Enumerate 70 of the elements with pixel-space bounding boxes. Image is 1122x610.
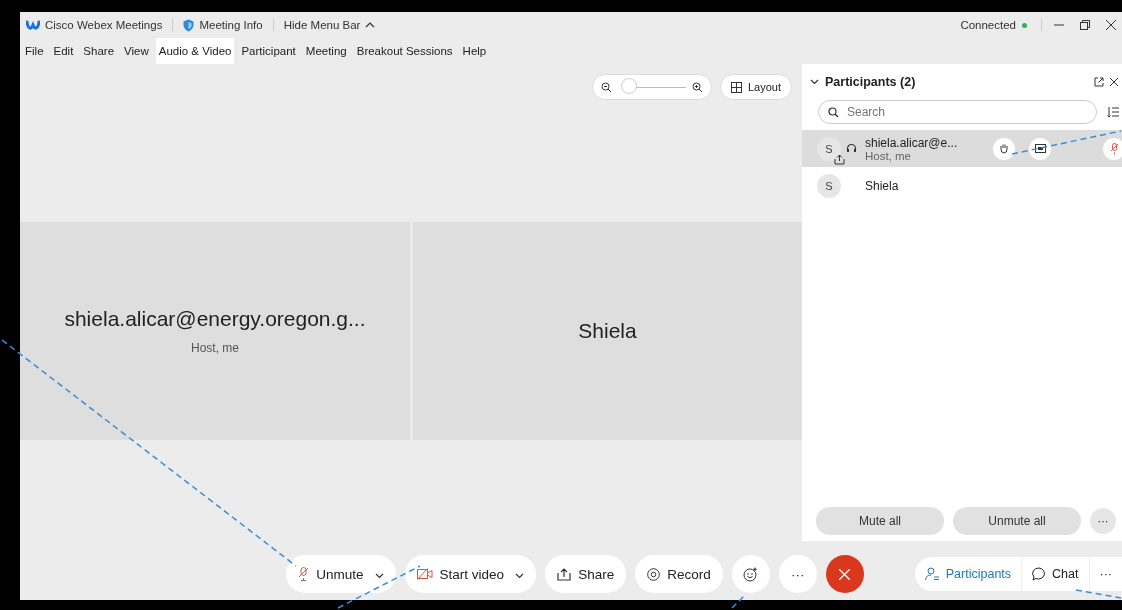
restore-icon[interactable]	[1080, 20, 1090, 30]
end-meeting-button[interactable]	[825, 555, 864, 593]
caret-icon	[810, 79, 819, 85]
id-card-icon	[1034, 144, 1046, 153]
menu-item[interactable]: Share	[80, 38, 118, 64]
avatar: S	[817, 173, 841, 198]
caret-icon	[515, 572, 525, 579]
toolbar-button[interactable]: Unmute	[286, 555, 396, 593]
menu-item[interactable]: View	[121, 38, 152, 64]
search-icon	[828, 107, 839, 118]
leader-line	[1075, 589, 1122, 599]
toolbar-button[interactable]: Share	[545, 555, 627, 593]
sort-icon[interactable]	[1107, 106, 1119, 118]
person-list-icon	[924, 567, 940, 581]
close-icon	[839, 568, 851, 580]
menu-item[interactable]: Help	[459, 38, 490, 64]
more-button[interactable]: ···	[1089, 557, 1122, 591]
raise-hand-button[interactable]	[993, 137, 1015, 160]
close-icon[interactable]	[1110, 78, 1118, 86]
layout-button[interactable]: Layout	[719, 74, 792, 100]
side-tab[interactable]: Chat	[1022, 557, 1090, 591]
leader-line	[731, 593, 747, 609]
smiley-icon	[743, 566, 759, 582]
grid-icon	[730, 81, 742, 93]
panel-button[interactable]: Mute all	[816, 507, 944, 535]
record-icon	[647, 567, 661, 581]
participant-row[interactable]: S shiela.alicar@e... Host, me	[802, 130, 1122, 167]
menu-item[interactable]: Meeting	[302, 38, 350, 64]
muted-mic-button[interactable]	[1103, 137, 1122, 160]
menu-item[interactable]: Participant	[238, 38, 299, 64]
menu-item[interactable]: Audio & Video	[155, 38, 235, 64]
zoom-out-icon[interactable]	[600, 81, 612, 93]
panel-button[interactable]: Unmute all	[953, 507, 1081, 535]
connection-status: Connected	[960, 19, 1016, 31]
app-title: Cisco Webex Meetings	[45, 19, 163, 31]
caret-icon	[365, 22, 376, 28]
meeting-info-button[interactable]: Meeting Info	[183, 18, 263, 32]
search-field[interactable]: Search	[818, 100, 1097, 124]
menu-item[interactable]: Edit	[50, 38, 77, 64]
shield-icon	[183, 18, 195, 32]
zoom-in-icon[interactable]	[691, 81, 703, 93]
video-card-button[interactable]	[1029, 137, 1051, 160]
toolbar-button[interactable]: Record	[635, 555, 723, 593]
toolbar-button[interactable]: Start video	[404, 555, 537, 593]
video-off-icon	[416, 568, 433, 580]
pop-out-icon[interactable]	[1094, 77, 1104, 87]
participant-name: shiela.alicar@energy.oregon.g...	[64, 307, 366, 331]
participant-name: Shiela	[865, 178, 900, 193]
side-tab[interactable]: Participants	[914, 557, 1023, 591]
participant-row[interactable]: S Shiela	[802, 167, 1122, 204]
webex-logo-icon	[26, 19, 40, 31]
muted-mic-icon	[298, 567, 310, 581]
participant-name: shiela.alicar@e...	[865, 135, 959, 150]
participant-role: Host, me	[191, 341, 239, 355]
chat-bubble-icon	[1032, 567, 1047, 581]
menu-item[interactable]: Breakout Sessions	[353, 38, 456, 64]
share-icon	[557, 567, 572, 581]
more-button[interactable]: ···	[778, 555, 817, 593]
muted-mic-icon	[1109, 142, 1119, 155]
participant-name: Shiela	[578, 319, 637, 343]
caret-icon	[374, 572, 384, 579]
panel-title: Participants (2)	[825, 75, 917, 89]
more-button[interactable]: ···	[1090, 508, 1116, 534]
hide-menu-bar-button[interactable]: Hide Menu Bar	[283, 19, 376, 31]
close-icon[interactable]	[1106, 20, 1116, 30]
menu-item[interactable]: File	[22, 38, 47, 64]
participant-role: Host, me	[865, 149, 912, 162]
reactions-button[interactable]	[731, 555, 770, 593]
zoom-slider-thumb[interactable]	[620, 78, 637, 94]
headset-icon	[846, 143, 857, 154]
